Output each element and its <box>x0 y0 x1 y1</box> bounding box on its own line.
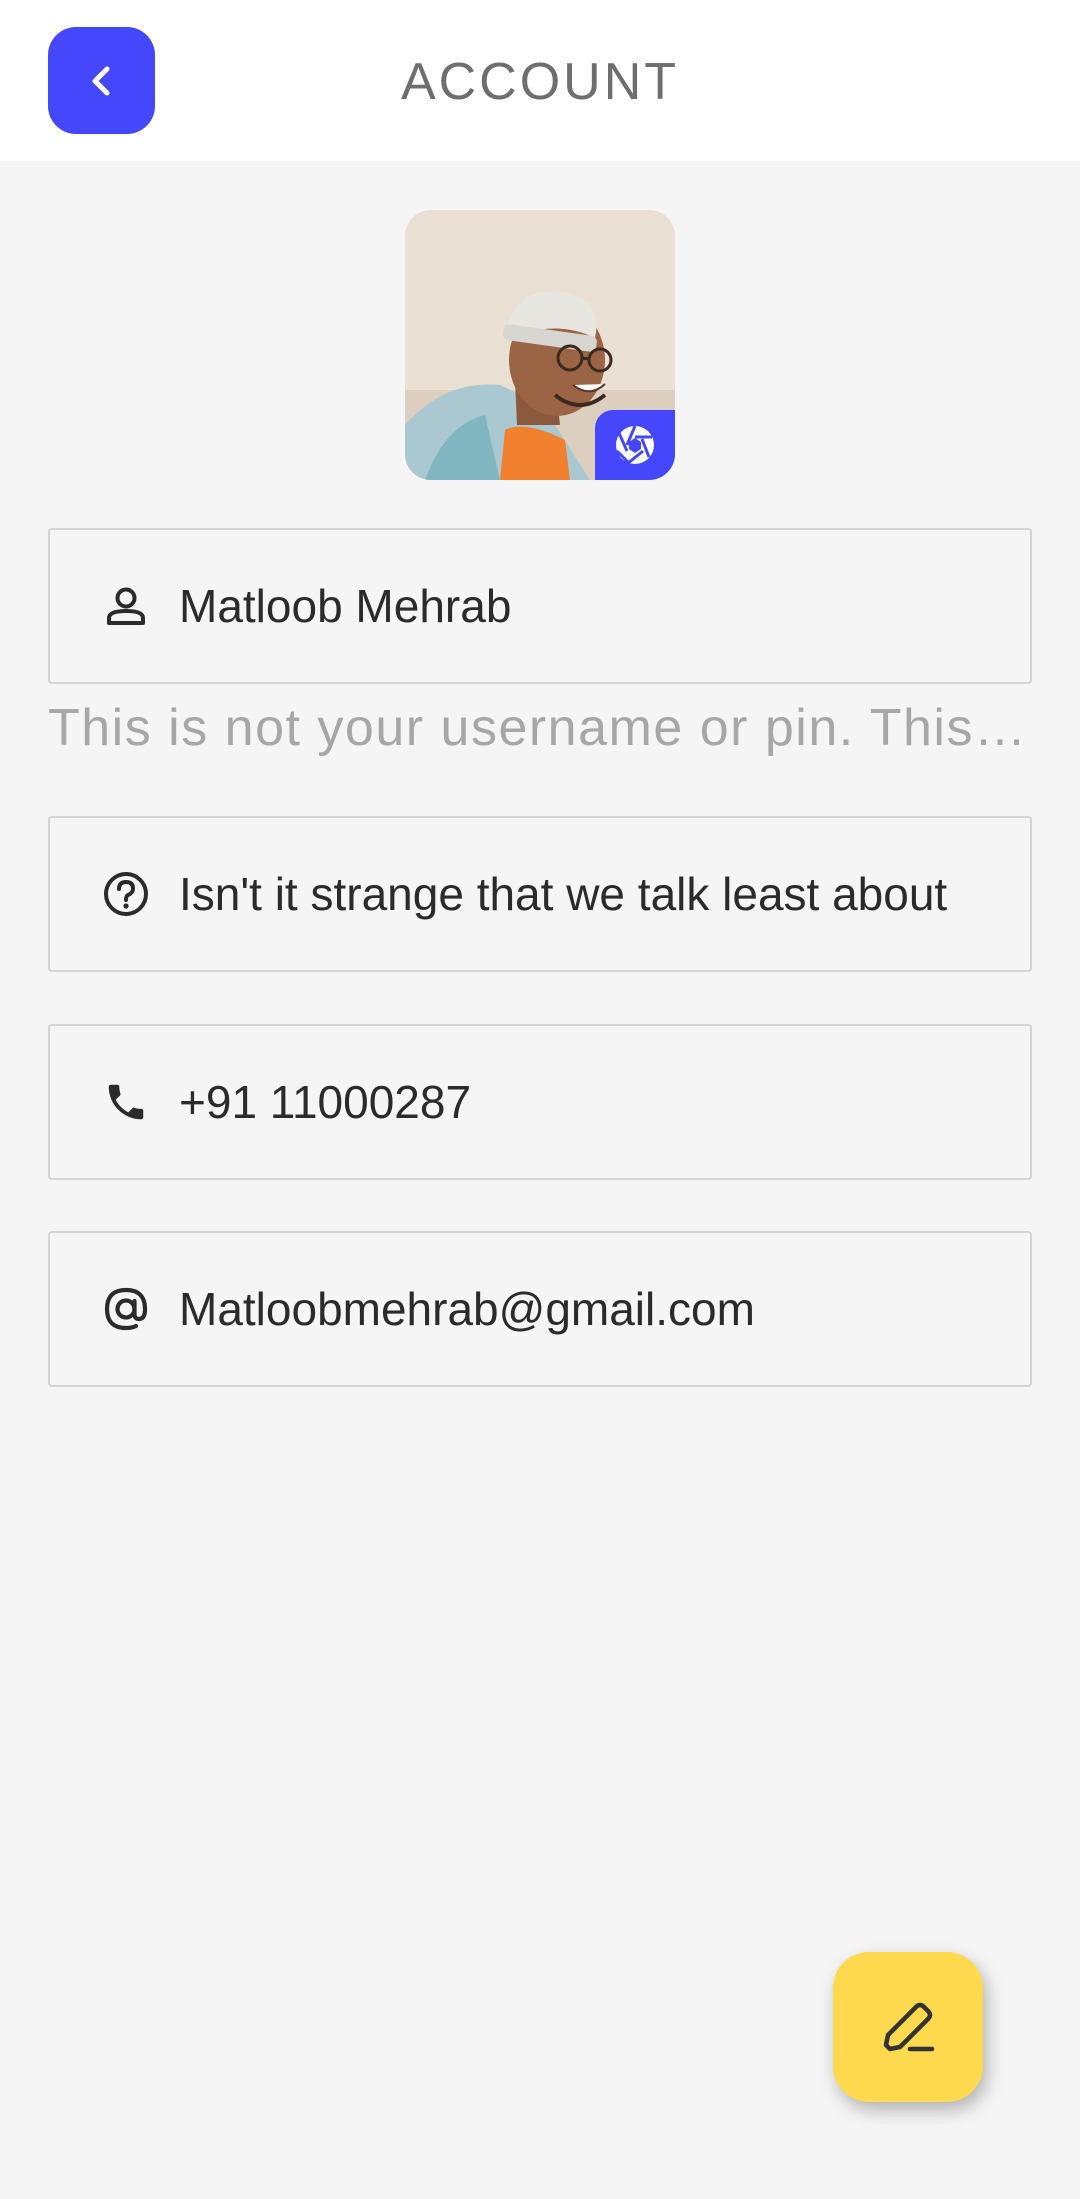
change-photo-button[interactable] <box>595 410 675 480</box>
app-bar: ACCOUNT <box>0 0 1080 161</box>
avatar[interactable] <box>405 210 675 480</box>
about-value: Isn't it strange that we talk least abou… <box>179 868 948 920</box>
name-field[interactable]: Matloob Mehrab <box>48 528 1032 684</box>
name-value: Matloob Mehrab <box>179 580 512 632</box>
back-button[interactable] <box>48 27 155 134</box>
edit-button[interactable] <box>833 1952 983 2102</box>
person-icon <box>100 580 152 632</box>
page-title: ACCOUNT <box>400 53 680 111</box>
email-value: Matloobmehrab@gmail.com <box>179 1283 755 1335</box>
chevron-left-icon <box>92 66 109 95</box>
phone-value: +91 11000287 <box>179 1076 472 1128</box>
name-helper-text: This is not your username or pin. This n… <box>48 699 1032 757</box>
camera-aperture-icon <box>615 425 654 466</box>
about-field[interactable]: Isn't it strange that we talk least abou… <box>48 816 1032 972</box>
phone-field[interactable]: +91 11000287 <box>48 1024 1032 1180</box>
question-circle-icon <box>100 868 152 920</box>
at-sign-icon <box>100 1283 152 1335</box>
edit-pencil-icon <box>883 2002 935 2052</box>
email-field[interactable]: Matloobmehrab@gmail.com <box>48 1231 1032 1387</box>
phone-icon <box>100 1076 152 1128</box>
